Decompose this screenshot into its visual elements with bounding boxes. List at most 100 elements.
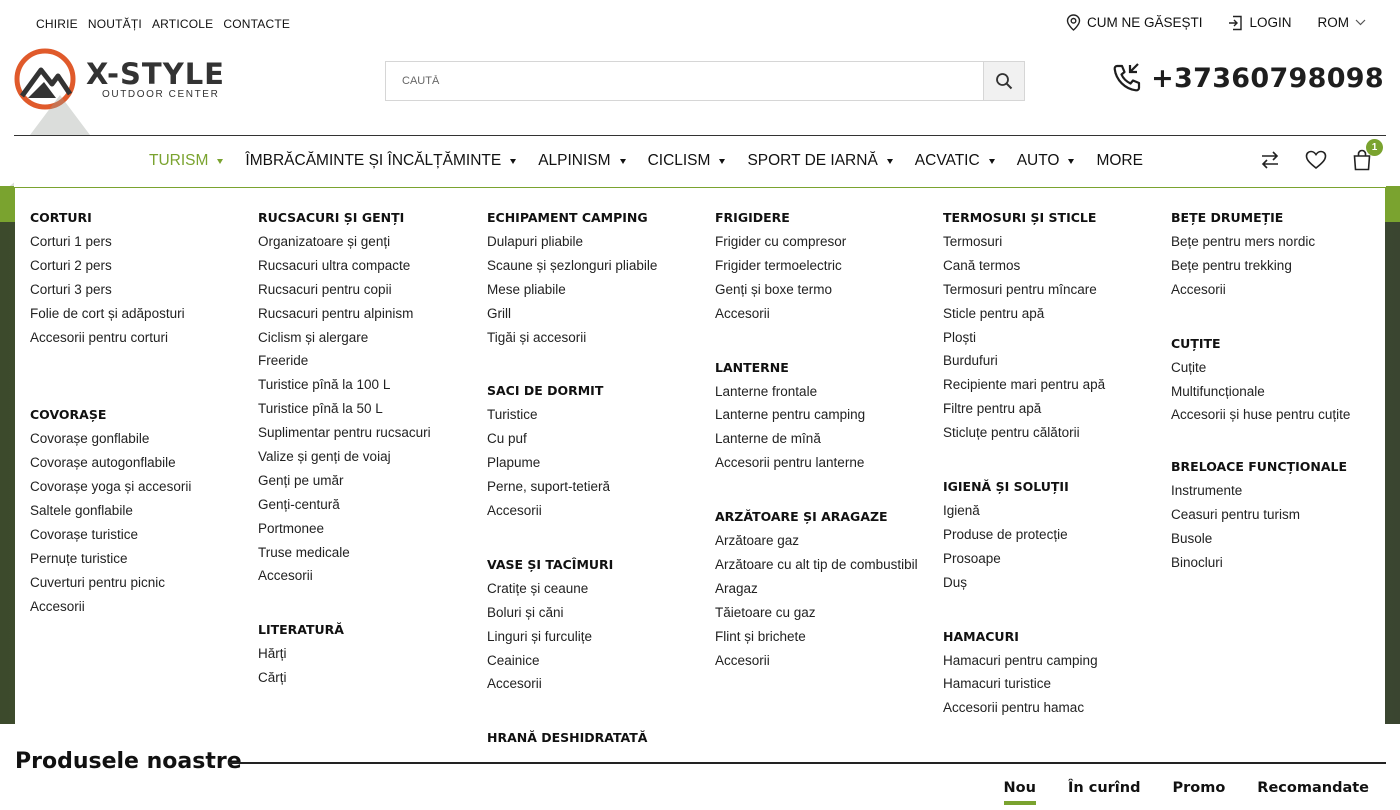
menu-link[interactable]: Cărți xyxy=(258,666,431,690)
menu-link[interactable]: Cană termos xyxy=(943,254,1105,278)
top-link-articole[interactable]: ARTICOLE xyxy=(152,17,213,31)
menu-link[interactable]: Accesorii pentru hamac xyxy=(943,696,1105,720)
menu-link[interactable]: Pernuțe turistice xyxy=(30,547,191,571)
menu-link[interactable]: Scaune și șezlonguri pliabile xyxy=(487,254,657,278)
menu-link[interactable]: Ciclism și alergare xyxy=(258,326,431,350)
menu-link[interactable]: Organizatoare și genți xyxy=(258,230,431,254)
menu-group-heading[interactable]: TERMOSURI ȘI STICLE xyxy=(943,206,1105,230)
search-input[interactable] xyxy=(386,62,984,100)
nav-item-acvatic[interactable]: ACVATIC xyxy=(915,152,995,170)
menu-link[interactable]: Sticluțe pentru călătorii xyxy=(943,421,1105,445)
menu-link[interactable]: Filtre pentru apă xyxy=(943,397,1105,421)
nav-item-sport-de-iarna[interactable]: SPORT DE IARNĂ xyxy=(747,152,893,170)
language-select[interactable]: ROM xyxy=(1318,15,1367,30)
menu-link[interactable]: Freeride xyxy=(258,349,431,373)
phone-contact[interactable]: +37360798098 xyxy=(1111,62,1384,94)
menu-link[interactable]: Suplimentar pentru rucsacuri xyxy=(258,421,431,445)
menu-link[interactable]: Genți pe umăr xyxy=(258,469,431,493)
menu-link[interactable]: Cu puf xyxy=(487,427,657,451)
menu-link[interactable]: Cuțite xyxy=(1171,356,1350,380)
menu-link[interactable]: Termosuri xyxy=(943,230,1105,254)
menu-link[interactable]: Rucsacuri pentru copii xyxy=(258,278,431,302)
menu-link[interactable]: Covorașe gonflabile xyxy=(30,427,191,451)
menu-link[interactable]: Accesorii xyxy=(258,564,431,588)
menu-link[interactable]: Lanterne pentru camping xyxy=(715,403,918,427)
menu-link[interactable]: Multifuncționale xyxy=(1171,380,1350,404)
menu-link[interactable]: Prosoape xyxy=(943,547,1105,571)
menu-link[interactable]: Frigider cu compresor xyxy=(715,230,918,254)
menu-link[interactable]: Corturi 3 pers xyxy=(30,278,191,302)
top-link-contacte[interactable]: CONTACTE xyxy=(223,17,290,31)
menu-group-heading[interactable]: COVORAȘE xyxy=(30,403,191,427)
menu-link[interactable]: Valize și genți de voiaj xyxy=(258,445,431,469)
menu-link[interactable]: Corturi 1 pers xyxy=(30,230,191,254)
menu-link[interactable]: Hamacuri pentru camping xyxy=(943,649,1105,673)
menu-link[interactable]: Accesorii xyxy=(487,499,657,523)
menu-group-heading[interactable]: CUȚITE xyxy=(1171,332,1350,356)
menu-link[interactable]: Tăietoare cu gaz xyxy=(715,601,918,625)
menu-group-heading[interactable]: LANTERNE xyxy=(715,356,918,380)
nav-item-ciclism[interactable]: CICLISM xyxy=(648,152,726,170)
menu-group-heading[interactable]: LITERATURĂ xyxy=(258,618,431,642)
menu-link[interactable]: Hamacuri turistice xyxy=(943,672,1105,696)
menu-link[interactable]: Burdufuri xyxy=(943,349,1105,373)
menu-link[interactable]: Ceainice xyxy=(487,649,657,673)
nav-item-auto[interactable]: AUTO xyxy=(1017,152,1075,170)
menu-link[interactable]: Genți-centură xyxy=(258,493,431,517)
menu-link[interactable]: Linguri și furculițe xyxy=(487,625,657,649)
menu-link[interactable]: Accesorii pentru lanterne xyxy=(715,451,918,475)
menu-link[interactable]: Dulapuri pliabile xyxy=(487,230,657,254)
menu-link[interactable]: Accesorii pentru corturi xyxy=(30,326,191,350)
menu-link[interactable]: Binocluri xyxy=(1171,551,1350,575)
menu-group-heading[interactable]: BEȚE DRUMEȚIE xyxy=(1171,206,1350,230)
menu-link[interactable]: Tigăi și accesorii xyxy=(487,326,657,350)
menu-link[interactable]: Duș xyxy=(943,571,1105,595)
wishlist-button[interactable] xyxy=(1304,148,1328,172)
menu-link[interactable]: Perne, suport-tetieră xyxy=(487,475,657,499)
menu-link[interactable]: Genți și boxe termo xyxy=(715,278,918,302)
menu-link[interactable]: Accesorii xyxy=(715,649,918,673)
login-link[interactable]: LOGIN xyxy=(1228,15,1292,31)
menu-link[interactable]: Flint și brichete xyxy=(715,625,918,649)
menu-link[interactable]: Covorașe yoga și accesorii xyxy=(30,475,191,499)
nav-item-more[interactable]: MORE xyxy=(1096,152,1143,170)
menu-link[interactable]: Rucsacuri ultra compacte xyxy=(258,254,431,278)
menu-link[interactable]: Folie de cort și adăposturi xyxy=(30,302,191,326)
menu-link[interactable]: Lanterne frontale xyxy=(715,380,918,404)
menu-link[interactable]: Instrumente xyxy=(1171,479,1350,503)
menu-group-heading[interactable]: HAMACURI xyxy=(943,625,1105,649)
menu-link[interactable]: Termosuri pentru mîncare xyxy=(943,278,1105,302)
menu-link[interactable]: Accesorii xyxy=(1171,278,1350,302)
menu-link[interactable]: Igienă xyxy=(943,499,1105,523)
menu-link[interactable]: Bețe pentru mers nordic xyxy=(1171,230,1350,254)
menu-group-heading[interactable]: ECHIPAMENT CAMPING xyxy=(487,206,657,230)
menu-link[interactable]: Rucsacuri pentru alpinism xyxy=(258,302,431,326)
menu-group-heading[interactable]: VASE ȘI TACÎMURI xyxy=(487,553,657,577)
menu-link[interactable]: Saltele gonflabile xyxy=(30,499,191,523)
menu-link[interactable]: Recipiente mari pentru apă xyxy=(943,373,1105,397)
menu-link[interactable]: Accesorii xyxy=(715,302,918,326)
menu-link[interactable]: Corturi 2 pers xyxy=(30,254,191,278)
menu-group-heading[interactable]: ARZĂTOARE ȘI ARAGAZE xyxy=(715,505,918,529)
menu-link[interactable]: Ceasuri pentru turism xyxy=(1171,503,1350,527)
menu-link[interactable]: Produse de protecție xyxy=(943,523,1105,547)
menu-link[interactable]: Sticle pentru apă xyxy=(943,302,1105,326)
top-link-noutati[interactable]: NOUTĂȚI xyxy=(88,17,142,31)
tab-promo[interactable]: Promo xyxy=(1172,780,1225,796)
menu-link[interactable]: Covorașe autogonflabile xyxy=(30,451,191,475)
menu-link[interactable]: Mese pliabile xyxy=(487,278,657,302)
menu-group-heading[interactable]: CORTURI xyxy=(30,206,191,230)
location-link[interactable]: CUM NE GĂSEȘTI xyxy=(1066,14,1202,31)
menu-link[interactable]: Accesorii xyxy=(30,595,191,619)
menu-link[interactable]: Ploști xyxy=(943,326,1105,350)
menu-link[interactable]: Truse medicale xyxy=(258,541,431,565)
tab-in-curind[interactable]: În curînd xyxy=(1068,780,1141,796)
menu-group-heading[interactable]: SACI DE DORMIT xyxy=(487,379,657,403)
menu-link[interactable]: Grill xyxy=(487,302,657,326)
tab-recomandate[interactable]: Recomandate xyxy=(1257,780,1369,796)
menu-link[interactable]: Accesorii xyxy=(487,672,657,696)
menu-link[interactable]: Arzătoare cu alt tip de combustibil xyxy=(715,553,918,577)
menu-link[interactable]: Frigider termoelectric xyxy=(715,254,918,278)
nav-item-turism[interactable]: TURISM xyxy=(149,152,224,170)
menu-link[interactable]: Turistice pînă la 100 L xyxy=(258,373,431,397)
